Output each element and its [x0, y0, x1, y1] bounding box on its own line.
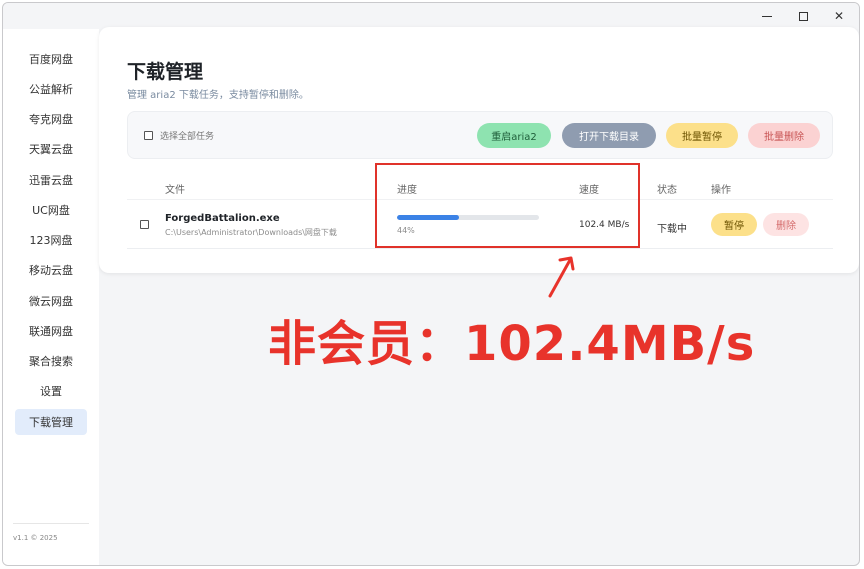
pause-button[interactable]: 暂停	[711, 213, 757, 236]
sidebar-item-quark[interactable]: 夸克网盘	[15, 106, 87, 132]
title-bar: ✕	[3, 3, 859, 29]
minimize-button[interactable]	[749, 3, 785, 29]
app-window: ✕ 百度网盘 公益解析 夸克网盘 天翼云盘 迅雷云盘 UC网盘 123网盘 移动…	[2, 2, 860, 566]
sidebar-item-xunlei[interactable]: 迅雷云盘	[15, 167, 87, 193]
close-icon: ✕	[833, 9, 845, 23]
download-status: 下载中	[657, 224, 687, 235]
sidebar-item-settings[interactable]: 设置	[15, 378, 87, 404]
sidebar-item-downloads[interactable]: 下载管理	[15, 409, 87, 435]
version-footer: v1.1 © 2025	[13, 534, 58, 542]
delete-button[interactable]: 删除	[763, 213, 809, 236]
maximize-button[interactable]	[785, 3, 821, 29]
table-row-divider	[127, 248, 833, 249]
column-header-file: 文件	[165, 185, 185, 196]
column-header-actions: 操作	[711, 185, 731, 196]
sidebar-item-search[interactable]: 聚合搜索	[15, 348, 87, 374]
file-path: C:\Users\Administrator\Downloads\网盘下载	[165, 228, 337, 237]
close-button[interactable]: ✕	[821, 3, 857, 29]
batch-delete-button[interactable]: 批量删除	[748, 123, 820, 148]
sidebar-item-unicom[interactable]: 联通网盘	[15, 318, 87, 344]
select-all-checkbox[interactable]	[144, 131, 153, 140]
sidebar-item-uc[interactable]: UC网盘	[15, 197, 87, 223]
column-header-status: 状态	[657, 185, 677, 196]
minimize-icon	[762, 15, 772, 17]
select-all-label: 选择全部任务	[160, 132, 215, 142]
restart-aria2-button[interactable]: 重启aria2	[477, 123, 551, 148]
sidebar-item-public-parse[interactable]: 公益解析	[15, 76, 87, 102]
select-all[interactable]: 选择全部任务	[144, 129, 214, 142]
sidebar-item-123[interactable]: 123网盘	[15, 227, 87, 253]
file-name: ForgedBattalion.exe	[165, 213, 280, 224]
page-title: 下载管理	[127, 61, 204, 83]
annotation-arrow-icon	[548, 256, 575, 298]
speed-annotation: 非会员：102.4MB/s	[268, 316, 756, 372]
sidebar-item-weiyun[interactable]: 微云网盘	[15, 288, 87, 314]
sidebar-item-tianyi[interactable]: 天翼云盘	[15, 136, 87, 162]
maximize-icon	[798, 11, 808, 21]
toolbar: 选择全部任务 重启aria2 打开下载目录 批量暂停 批量删除	[127, 111, 833, 159]
sidebar-item-baidu[interactable]: 百度网盘	[15, 46, 87, 72]
open-download-dir-button[interactable]: 打开下载目录	[562, 123, 656, 148]
row-checkbox[interactable]	[140, 220, 149, 229]
batch-pause-button[interactable]: 批量暂停	[666, 123, 738, 148]
sidebar-divider	[13, 523, 89, 524]
sidebar-item-mobile[interactable]: 移动云盘	[15, 257, 87, 283]
highlight-box	[375, 163, 640, 248]
sidebar: 百度网盘 公益解析 夸克网盘 天翼云盘 迅雷云盘 UC网盘 123网盘 移动云盘…	[3, 29, 99, 565]
page-subtitle: 管理 aria2 下载任务，支持暂停和删除。	[127, 90, 309, 101]
